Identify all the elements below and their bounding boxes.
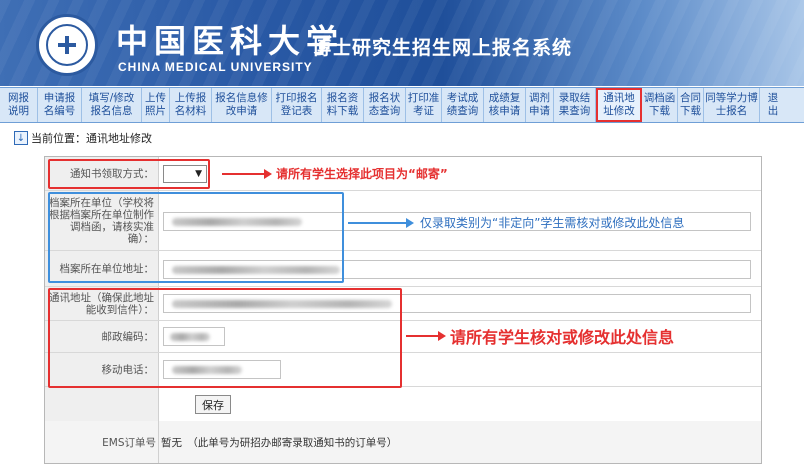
nav-item-address-edit[interactable]: 通讯地 址修改 xyxy=(596,88,642,122)
nav-item-equivalent-degree[interactable]: 同等学力博 士报名 xyxy=(704,88,760,122)
nav-item-score-review[interactable]: 成绩复 核申请 xyxy=(484,88,526,122)
logo-ring xyxy=(46,24,88,66)
header-banner: 中国医科大学 CHINA MEDICAL UNIVERSITY 博士研究生招生网… xyxy=(0,0,804,86)
annotation-text-notice: 请所有学生选择此项目为“邮寄” xyxy=(276,167,448,181)
nav-item-guide[interactable]: 网报 说明 xyxy=(0,88,38,122)
medical-cross-icon xyxy=(58,36,76,54)
nav-item-edit-info[interactable]: 填写/修改 报名信息 xyxy=(82,88,142,122)
nav-item-contract[interactable]: 合同 下载 xyxy=(678,88,704,122)
nav-item-status[interactable]: 报名状 态查询 xyxy=(364,88,406,122)
arrow-down-icon: ↓ xyxy=(14,131,28,145)
university-logo xyxy=(36,14,98,76)
annotation-box-archive xyxy=(48,192,344,283)
ems-label: EMS订单号 xyxy=(45,421,159,463)
nav-item-admission-result[interactable]: 录取结 果查询 xyxy=(554,88,596,122)
nav-item-admission-ticket[interactable]: 打印准 考证 xyxy=(406,88,442,122)
row-ems: EMS订单号 暂无 （此单号为研招办邮寄录取通知书的订单号） xyxy=(45,421,761,463)
nav-item-score-query[interactable]: 考试成 绩查询 xyxy=(442,88,484,122)
annotation-box-contact xyxy=(48,288,402,388)
annotation-text-contact: 请所有学生核对或修改此处信息 xyxy=(450,328,675,347)
nav-item-modify-request[interactable]: 报名信息修 改申请 xyxy=(212,88,272,122)
nav-item-download[interactable]: 报名资 料下载 xyxy=(322,88,364,122)
annotation-arrow-archive xyxy=(348,218,414,228)
breadcrumb-text: 当前位置：通讯地址修改 xyxy=(31,132,152,145)
annotation-arrow-contact xyxy=(406,331,446,341)
save-button[interactable]: 保存 xyxy=(195,395,231,414)
ems-value: 暂无 （此单号为研招办邮寄录取通知书的订单号） xyxy=(161,437,398,449)
annotation-text-archive: 仅录取类别为“非定向”学生需核对或修改此处信息 xyxy=(420,216,685,230)
nav-item-upload-photo[interactable]: 上传 照片 xyxy=(142,88,170,122)
system-title: 博士研究生招生网上报名系统 xyxy=(312,37,573,59)
nav-item-print-form[interactable]: 打印报名 登记表 xyxy=(272,88,322,122)
main-nav: 网报 说明 申请报 名编号 填写/修改 报名信息 上传 照片 上传报 名材料 报… xyxy=(0,87,804,123)
nav-item-transfer-letter[interactable]: 调档函 下载 xyxy=(642,88,678,122)
university-name-en: CHINA MEDICAL UNIVERSITY xyxy=(118,60,313,74)
save-row-label xyxy=(45,387,159,421)
nav-item-upload-materials[interactable]: 上传报 名材料 xyxy=(170,88,212,122)
nav-item-logout[interactable]: 退 出 xyxy=(760,88,786,122)
breadcrumb: ↓ 当前位置：通讯地址修改 xyxy=(14,130,152,146)
row-save xyxy=(45,387,761,421)
nav-item-adjustment[interactable]: 调剂 申请 xyxy=(526,88,554,122)
university-name-cn: 中国医科大学 xyxy=(116,22,345,60)
nav-item-apply-number[interactable]: 申请报 名编号 xyxy=(38,88,82,122)
annotation-box-notice xyxy=(48,159,210,189)
annotation-arrow-notice xyxy=(222,169,272,179)
